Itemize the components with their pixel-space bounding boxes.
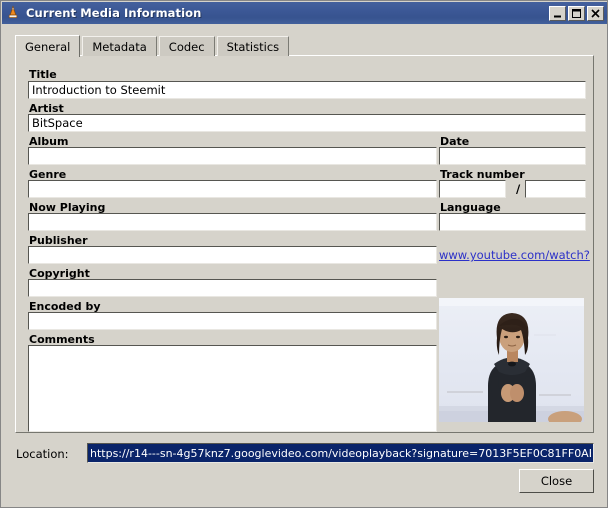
window-title: Current Media Information (26, 6, 202, 20)
general-tab-panel: Title Artist Album Genre Now Playing Pub… (15, 55, 594, 433)
minimize-icon[interactable] (549, 5, 566, 21)
tab-metadata[interactable]: Metadata (82, 36, 157, 56)
video-thumbnail (439, 298, 584, 422)
language-input[interactable] (439, 213, 586, 231)
tab-statistics[interactable]: Statistics (216, 36, 290, 56)
tab-metadata-label: Metadata (92, 39, 147, 54)
current-media-information-window: Current Media Information General Metada… (0, 0, 608, 508)
vlc-cone-icon (5, 5, 21, 21)
tab-statistics-label: Statistics (226, 39, 280, 54)
tab-codec-label: Codec (168, 39, 205, 54)
maximize-icon[interactable] (568, 5, 585, 21)
encoded-by-input[interactable] (28, 312, 437, 330)
publisher-input[interactable] (28, 246, 437, 264)
track-number-input[interactable] (439, 180, 506, 198)
album-input[interactable] (28, 147, 437, 165)
tab-codec[interactable]: Codec (158, 36, 215, 56)
genre-input[interactable] (28, 180, 437, 198)
location-label: Location: (16, 447, 69, 461)
close-icon[interactable] (587, 5, 604, 21)
copyright-input[interactable] (28, 279, 437, 297)
tab-general[interactable]: General (15, 35, 81, 57)
title-bar: Current Media Information (2, 2, 607, 24)
tab-general-label: General (25, 39, 71, 54)
now-playing-input[interactable] (28, 213, 437, 231)
comments-input[interactable] (28, 345, 437, 432)
artist-input[interactable] (28, 114, 586, 132)
date-input[interactable] (439, 147, 586, 165)
close-button[interactable]: Close (519, 469, 594, 493)
location-input[interactable] (87, 443, 594, 463)
track-number-separator: / (516, 182, 521, 196)
title-label: Title (29, 68, 57, 81)
tab-strip: General Metadata Codec Statistics (15, 35, 594, 57)
artwork-url-link[interactable]: www.youtube.com/watch? (439, 248, 590, 262)
title-input[interactable] (28, 81, 586, 99)
window-controls (549, 5, 604, 21)
track-total-input[interactable] (525, 180, 586, 198)
